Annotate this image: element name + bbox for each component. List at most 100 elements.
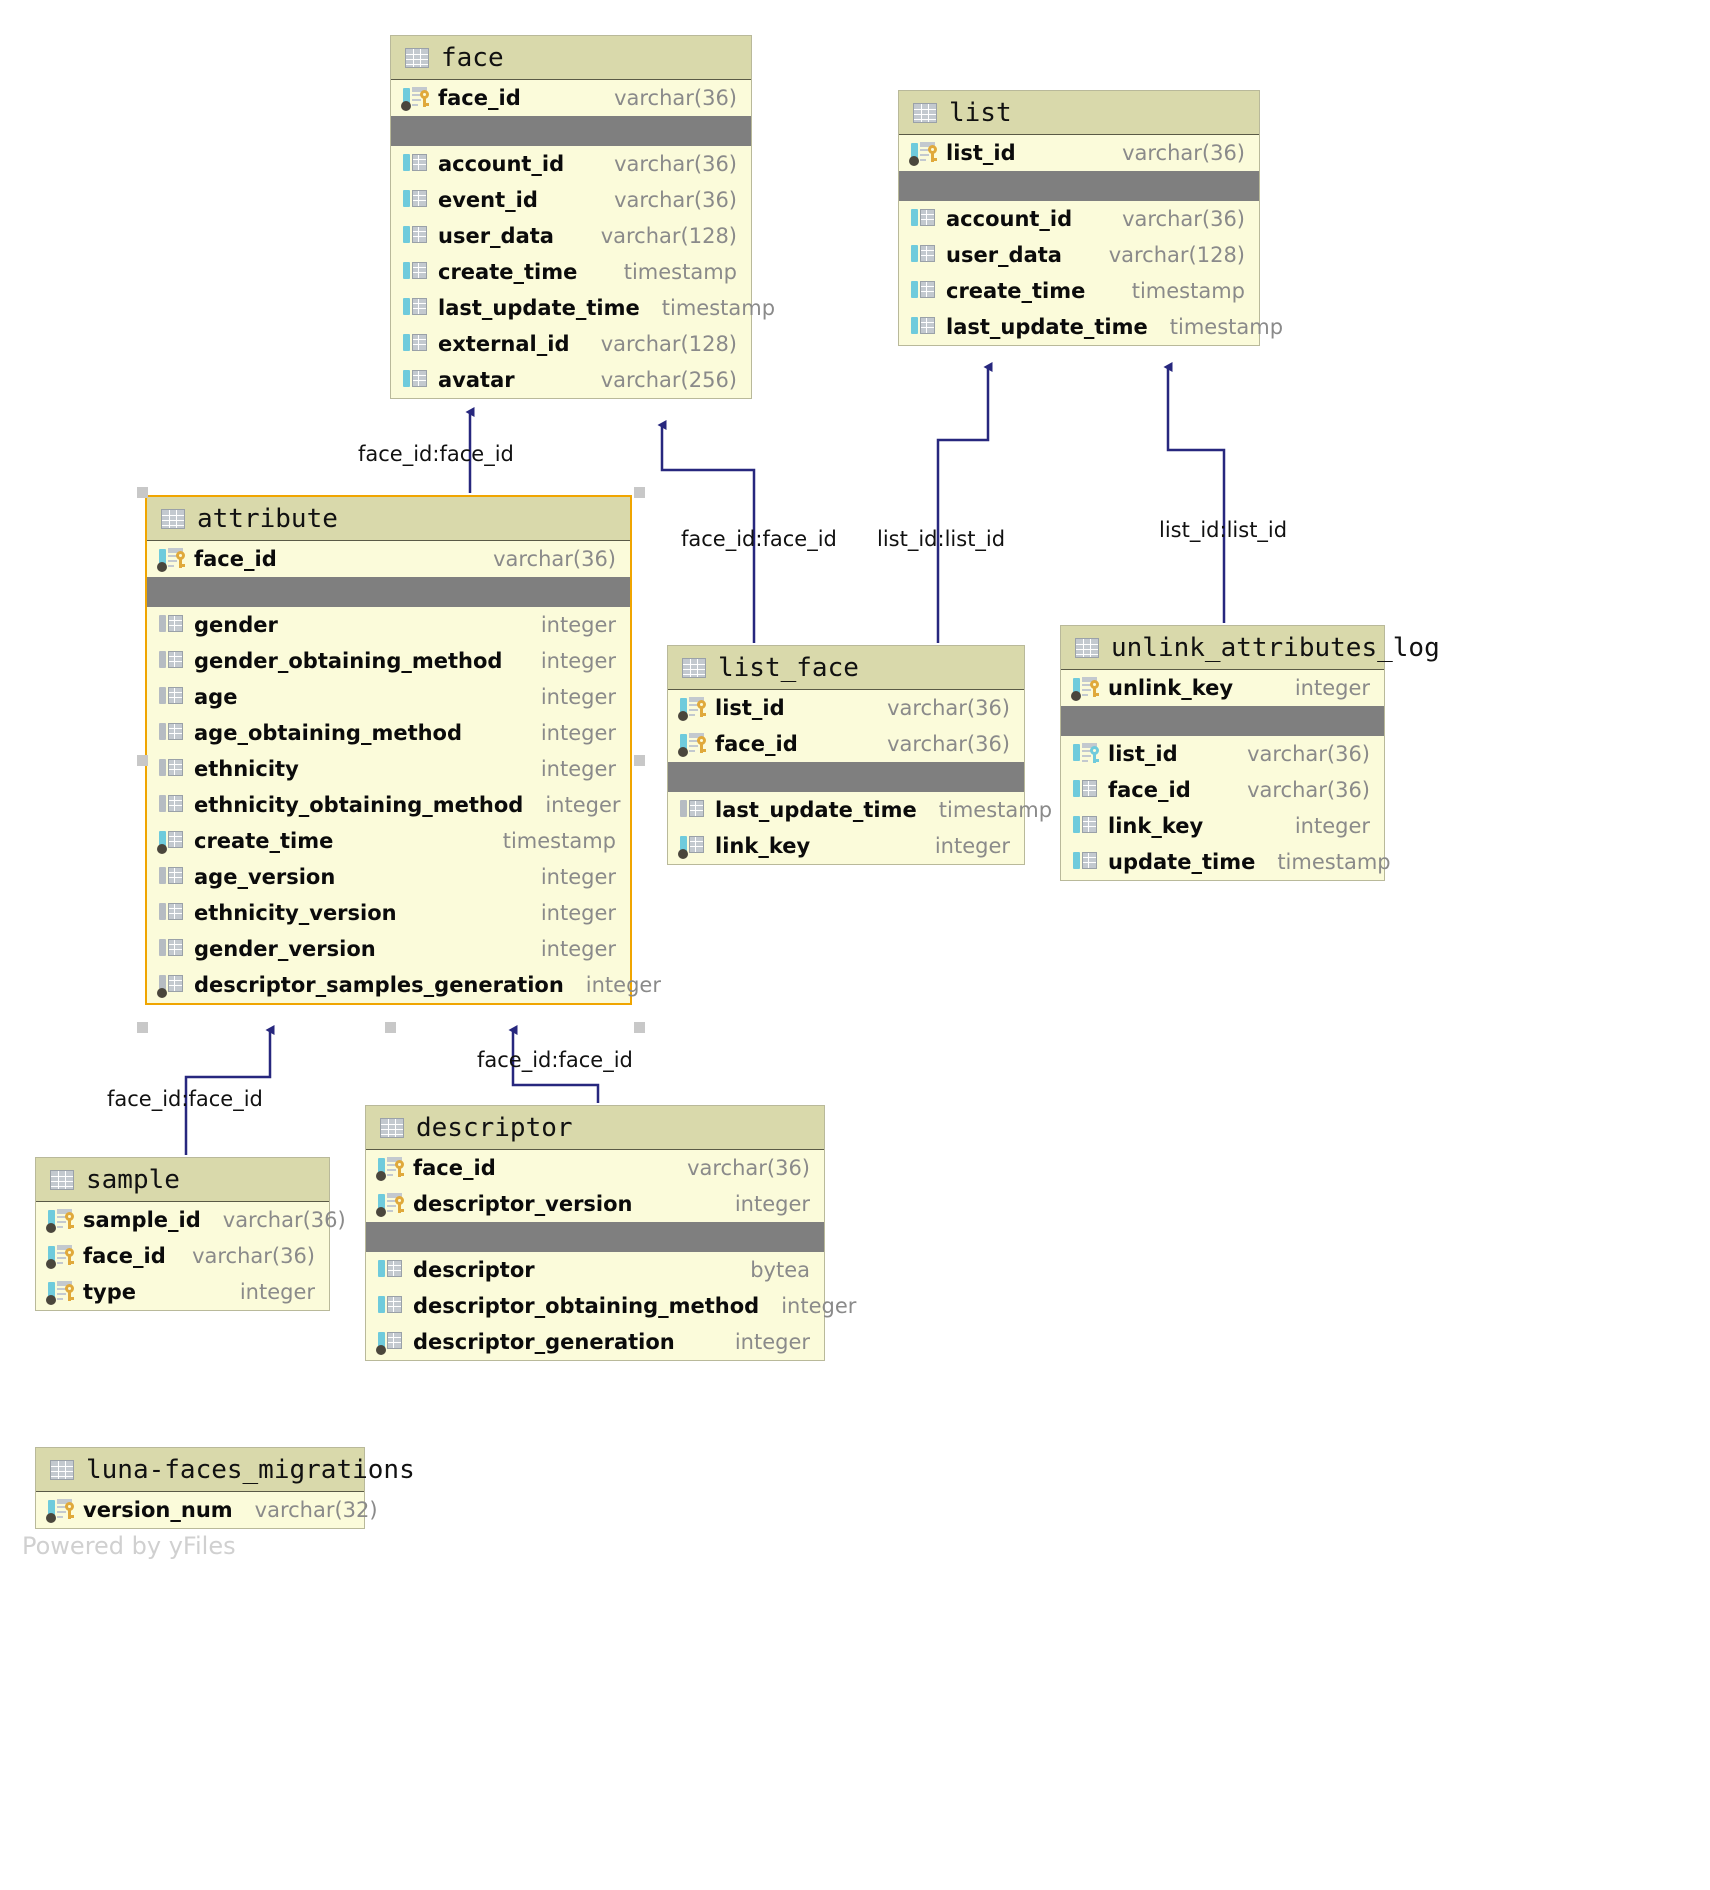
column-row[interactable]: ethnicity_version integer: [147, 895, 630, 931]
column-row[interactable]: account_id varchar(36): [391, 146, 751, 182]
column-name: last_update_time: [438, 296, 640, 320]
table-header[interactable]: list_face: [668, 646, 1024, 690]
column-row[interactable]: user_data varchar(128): [899, 237, 1259, 273]
key-separator: [366, 1222, 824, 1252]
column-row[interactable]: list_id varchar(36): [1061, 736, 1384, 772]
column-row[interactable]: face_id varchar(36): [391, 80, 751, 116]
table-header[interactable]: face: [391, 36, 751, 80]
column-row[interactable]: age_version integer: [147, 859, 630, 895]
column-row[interactable]: link_key integer: [668, 828, 1024, 864]
column-type: varchar(128): [600, 332, 737, 356]
table-node-luna_faces_migrations[interactable]: luna-faces_migrations version_num varchar(…: [35, 1447, 415, 1529]
column-name: update_time: [1108, 850, 1256, 874]
column-row[interactable]: ethnicity_obtaining_method integer: [147, 787, 630, 823]
primary-key-section: unlink_key integer: [1061, 670, 1384, 706]
column-type: integer: [540, 757, 616, 781]
column-type: timestamp: [1131, 279, 1245, 303]
table-node-sample[interactable]: sample sample_id varchar(36) face_id varchar…: [35, 1157, 346, 1311]
table-node-list_face[interactable]: list_face list_id varchar(36) face_id varcha…: [667, 645, 1052, 865]
table-header[interactable]: sample: [36, 1158, 329, 1202]
primary-key-section: sample_id varchar(36) face_id varchar(36) ty…: [36, 1202, 346, 1310]
column-row[interactable]: descriptor_obtaining_method integer: [366, 1288, 856, 1324]
table-node-attribute[interactable]: attribute face_id varchar(36) gender integer…: [145, 495, 661, 1005]
table-name: luna-faces_migrations: [86, 1454, 415, 1485]
column-row[interactable]: account_id varchar(36): [899, 201, 1259, 237]
column-row[interactable]: avatar varchar(256): [391, 362, 751, 398]
selection-handle-e[interactable]: [634, 755, 645, 766]
column-type: timestamp: [661, 296, 776, 320]
table-node-unlink_attributes_log[interactable]: unlink_attributes_log unlink_key integerli…: [1060, 625, 1440, 881]
column-row[interactable]: last_update_time timestamp: [391, 290, 775, 326]
column-name: gender: [194, 613, 278, 637]
table-node-descriptor[interactable]: descriptor face_id varchar(36) descriptor_v…: [365, 1105, 856, 1361]
column-type: integer: [540, 901, 616, 925]
column-row[interactable]: sample_id varchar(36): [36, 1202, 346, 1238]
column-row[interactable]: descriptor bytea: [366, 1252, 824, 1288]
selection-handle-nw[interactable]: [137, 487, 148, 498]
index-dot-icon: [376, 1345, 386, 1355]
column-icon: [403, 225, 429, 247]
selection-handle-ne[interactable]: [634, 487, 645, 498]
table-node-face[interactable]: face face_id varchar(36) account_id varchar(…: [390, 35, 775, 399]
table-icon: [1075, 637, 1099, 658]
column-row[interactable]: external_id varchar(128): [391, 326, 751, 362]
table-name: list_face: [718, 652, 859, 683]
index-dot-icon: [376, 1171, 386, 1181]
column-row[interactable]: version_num varchar(32): [36, 1492, 378, 1528]
column-row[interactable]: age_obtaining_method integer: [147, 715, 630, 751]
column-row[interactable]: descriptor_version integer: [366, 1186, 824, 1222]
columns-section: list_id varchar(36) face_id varchar(36) link…: [1061, 736, 1391, 880]
column-row[interactable]: face_id varchar(36): [36, 1238, 329, 1274]
column-type: timestamp: [1169, 315, 1284, 339]
table-header[interactable]: luna-faces_migrations: [36, 1448, 415, 1492]
table-icon: [50, 1169, 74, 1190]
column-icon: [376, 1331, 404, 1355]
index-dot-icon: [157, 844, 167, 854]
column-name: list_id: [1108, 742, 1178, 766]
edge-label-unlink-list: list_id:list_id: [1159, 518, 1288, 542]
column-row[interactable]: face_id varchar(36): [1061, 772, 1384, 808]
primary-key-section: list_id varchar(36) face_id varchar(36): [668, 690, 1024, 762]
table-node-list[interactable]: list list_id varchar(36) account_id varchar(…: [898, 90, 1283, 346]
column-row[interactable]: face_id varchar(36): [668, 726, 1024, 762]
column-row[interactable]: gender_version integer: [147, 931, 630, 967]
column-row[interactable]: create_time timestamp: [391, 254, 751, 290]
column-row[interactable]: list_id varchar(36): [899, 135, 1259, 171]
column-row[interactable]: last_update_time timestamp: [899, 309, 1283, 345]
column-row[interactable]: type integer: [36, 1274, 329, 1310]
column-row[interactable]: descriptor_generation integer: [366, 1324, 824, 1360]
table-header[interactable]: unlink_attributes_log: [1061, 626, 1440, 670]
column-row[interactable]: update_time timestamp: [1061, 844, 1391, 880]
column-row[interactable]: face_id varchar(36): [147, 541, 630, 577]
table-header[interactable]: attribute: [147, 497, 630, 541]
selection-handle-se[interactable]: [634, 1022, 645, 1033]
diagram-canvas[interactable]: face_id:face_id face_id:face_id list_id:…: [0, 0, 1710, 1890]
selection-handle-sw[interactable]: [137, 1022, 148, 1033]
selection-handle-s[interactable]: [385, 1022, 396, 1033]
column-icon: [678, 835, 706, 859]
column-row[interactable]: face_id varchar(36): [366, 1150, 824, 1186]
index-dot-icon: [909, 156, 919, 166]
table-header[interactable]: descriptor: [366, 1106, 824, 1150]
column-row[interactable]: gender_obtaining_method integer: [147, 643, 630, 679]
column-row[interactable]: link_key integer: [1061, 808, 1384, 844]
selection-handle-w[interactable]: [137, 755, 148, 766]
index-dot-icon: [678, 849, 688, 859]
column-name: create_time: [438, 260, 578, 284]
table-header[interactable]: list: [899, 91, 1259, 135]
column-row[interactable]: descriptor_samples_generation integer: [147, 967, 661, 1003]
column-row[interactable]: event_id varchar(36): [391, 182, 751, 218]
column-row[interactable]: age integer: [147, 679, 630, 715]
column-row[interactable]: list_id varchar(36): [668, 690, 1024, 726]
column-row[interactable]: user_data varchar(128): [391, 218, 751, 254]
column-row[interactable]: gender integer: [147, 607, 630, 643]
column-name: ethnicity_obtaining_method: [194, 793, 524, 817]
column-row[interactable]: unlink_key integer: [1061, 670, 1384, 706]
column-row[interactable]: create_time timestamp: [147, 823, 630, 859]
column-icon: [159, 902, 185, 924]
column-row[interactable]: ethnicity integer: [147, 751, 630, 787]
column-type: varchar(36): [614, 86, 737, 110]
column-row[interactable]: create_time timestamp: [899, 273, 1259, 309]
column-icon: [159, 650, 185, 672]
column-row[interactable]: last_update_time timestamp: [668, 792, 1052, 828]
